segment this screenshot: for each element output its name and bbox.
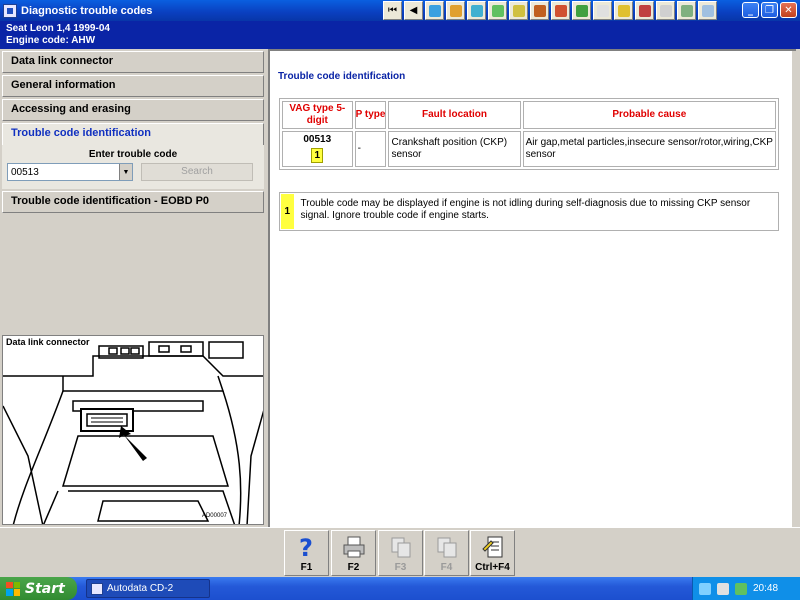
copy-key-label: F3 bbox=[394, 562, 407, 573]
app-icon bbox=[91, 582, 103, 595]
left-panel: Data link connector General information … bbox=[0, 49, 266, 527]
cell-fault-location: Crankshaft position (CKP) sensor bbox=[388, 131, 521, 167]
minimize-button[interactable]: _ bbox=[742, 2, 759, 18]
volume-icon[interactable] bbox=[717, 582, 729, 595]
code-entry-panel: Enter trouble code 00513 ▼ Search bbox=[2, 145, 264, 189]
vehicle-header: Seat Leon 1,4 1999-04 Engine code: AHW bbox=[0, 21, 800, 49]
notes-button[interactable]: Ctrl+F4 bbox=[470, 530, 515, 576]
tool-icon-11[interactable] bbox=[635, 1, 654, 20]
tool-icon-14[interactable] bbox=[698, 1, 717, 20]
taskbar: Start Autodata CD-2 HU 20:48 bbox=[0, 577, 800, 600]
table-row: 00513 1 - Crankshaft position (CKP) sens… bbox=[282, 131, 776, 167]
svg-text:?: ? bbox=[299, 534, 313, 560]
paste-button[interactable]: F4 bbox=[424, 530, 469, 576]
notes-key-label: Ctrl+F4 bbox=[475, 562, 510, 573]
tool-icon-10[interactable] bbox=[614, 1, 633, 20]
chevron-down-icon[interactable]: ▼ bbox=[119, 164, 132, 180]
picture-caption: Data link connector bbox=[4, 337, 92, 347]
menu-trouble-code-identification[interactable]: Trouble code identification bbox=[2, 123, 264, 145]
header-vag-type: VAG type 5-digit bbox=[282, 101, 353, 129]
note-box: 1 Trouble code may be displayed if engin… bbox=[279, 192, 779, 231]
trouble-code-combo[interactable]: 00513 ▼ bbox=[7, 163, 133, 181]
tool-icon-7[interactable] bbox=[551, 1, 570, 20]
engine-code: Engine code: AHW bbox=[6, 35, 96, 46]
function-key-bar: ? F1 F2 F3 F4 Ctrl+F4 bbox=[0, 527, 800, 577]
clock: 20:48 bbox=[753, 583, 779, 594]
note-text: Trouble code may be displayed if engine … bbox=[300, 198, 751, 221]
copy-icon bbox=[389, 534, 413, 560]
paste-key-label: F4 bbox=[440, 562, 453, 573]
paste-icon bbox=[435, 534, 459, 560]
note-number: 1 bbox=[281, 194, 294, 229]
vehicle-model: Seat Leon 1,4 1999-04 bbox=[6, 23, 110, 34]
notes-icon bbox=[481, 534, 505, 560]
cell-code: 00513 1 bbox=[282, 131, 353, 167]
print-key-label: F2 bbox=[347, 562, 360, 573]
first-page-icon[interactable]: ⏮ bbox=[383, 1, 402, 20]
tool-icon-1[interactable] bbox=[425, 1, 444, 20]
note-reference-badge[interactable]: 1 bbox=[311, 148, 324, 163]
menu-data-link-connector[interactable]: Data link connector bbox=[2, 51, 264, 73]
menu-eobd-p0[interactable]: Trouble code identification - EOBD P0 bbox=[2, 191, 264, 213]
help-icon: ? bbox=[295, 534, 319, 560]
network-icon[interactable] bbox=[699, 582, 711, 595]
tool-icon-12[interactable] bbox=[656, 1, 675, 20]
help-button[interactable]: ? F1 bbox=[284, 530, 329, 576]
main-panel: Trouble code identification VAG type 5-d… bbox=[268, 49, 800, 527]
windows-logo-icon bbox=[6, 581, 20, 596]
copy-button[interactable]: F3 bbox=[378, 530, 423, 576]
header-probable-cause: Probable cause bbox=[522, 101, 776, 129]
app-icon bbox=[3, 3, 17, 18]
maximize-button[interactable]: ❐ bbox=[761, 2, 778, 18]
tool-icon-3[interactable] bbox=[467, 1, 486, 20]
picture-reference: AD00007 bbox=[201, 513, 227, 519]
menu-accessing-and-erasing[interactable]: Accessing and erasing bbox=[2, 99, 264, 121]
taskbar-app-button[interactable]: Autodata CD-2 bbox=[86, 579, 210, 598]
tool-icon-6[interactable] bbox=[530, 1, 549, 20]
close-button[interactable]: ✕ bbox=[780, 2, 797, 18]
trouble-code-table: VAG type 5-digit P type Fault location P… bbox=[279, 98, 779, 170]
connector-drawing bbox=[80, 408, 134, 432]
main-scrollbar[interactable] bbox=[792, 51, 800, 527]
previous-icon[interactable]: ◀ bbox=[404, 1, 423, 20]
search-button[interactable]: Search bbox=[141, 163, 253, 181]
cell-probable-cause: Air gap,metal particles,insecure sensor/… bbox=[522, 131, 776, 167]
window-controls: _ ❐ ✕ bbox=[742, 2, 797, 18]
tool-icon-2[interactable] bbox=[446, 1, 465, 20]
trouble-code-value: 00513 bbox=[11, 166, 39, 178]
table-header-row: VAG type 5-digit P type Fault location P… bbox=[282, 101, 776, 129]
print-icon bbox=[342, 534, 366, 560]
left-panel-blank bbox=[2, 219, 264, 333]
header-p-type: P type bbox=[354, 101, 387, 129]
help-key-label: F1 bbox=[300, 562, 313, 573]
start-button[interactable]: Start bbox=[0, 577, 77, 600]
tray-app-icon[interactable] bbox=[735, 582, 747, 595]
dashboard-drawing bbox=[3, 341, 263, 524]
print-button[interactable]: F2 bbox=[331, 530, 376, 576]
taskbar-app-label: Autodata CD-2 bbox=[107, 583, 174, 594]
tool-icon-4[interactable] bbox=[488, 1, 507, 20]
window-title: Diagnostic trouble codes bbox=[21, 4, 153, 17]
cell-p-type: - bbox=[354, 131, 387, 167]
section-heading: Trouble code identification bbox=[278, 71, 406, 82]
toolbar: ⏮ ◀ bbox=[383, 1, 717, 20]
tool-icon-8[interactable] bbox=[572, 1, 591, 20]
system-tray: 20:48 bbox=[692, 577, 800, 600]
start-label: Start bbox=[25, 580, 65, 597]
trouble-code: 00513 bbox=[303, 134, 332, 145]
tool-icon-5[interactable] bbox=[509, 1, 528, 20]
data-link-connector-picture: Data link connector AD00007 bbox=[2, 335, 264, 525]
header-fault-location: Fault location bbox=[388, 101, 521, 129]
tool-icon-9[interactable] bbox=[593, 1, 612, 20]
code-entry-label: Enter trouble code bbox=[88, 149, 178, 160]
tool-icon-13[interactable] bbox=[677, 1, 696, 20]
menu-general-information[interactable]: General information bbox=[2, 75, 264, 97]
